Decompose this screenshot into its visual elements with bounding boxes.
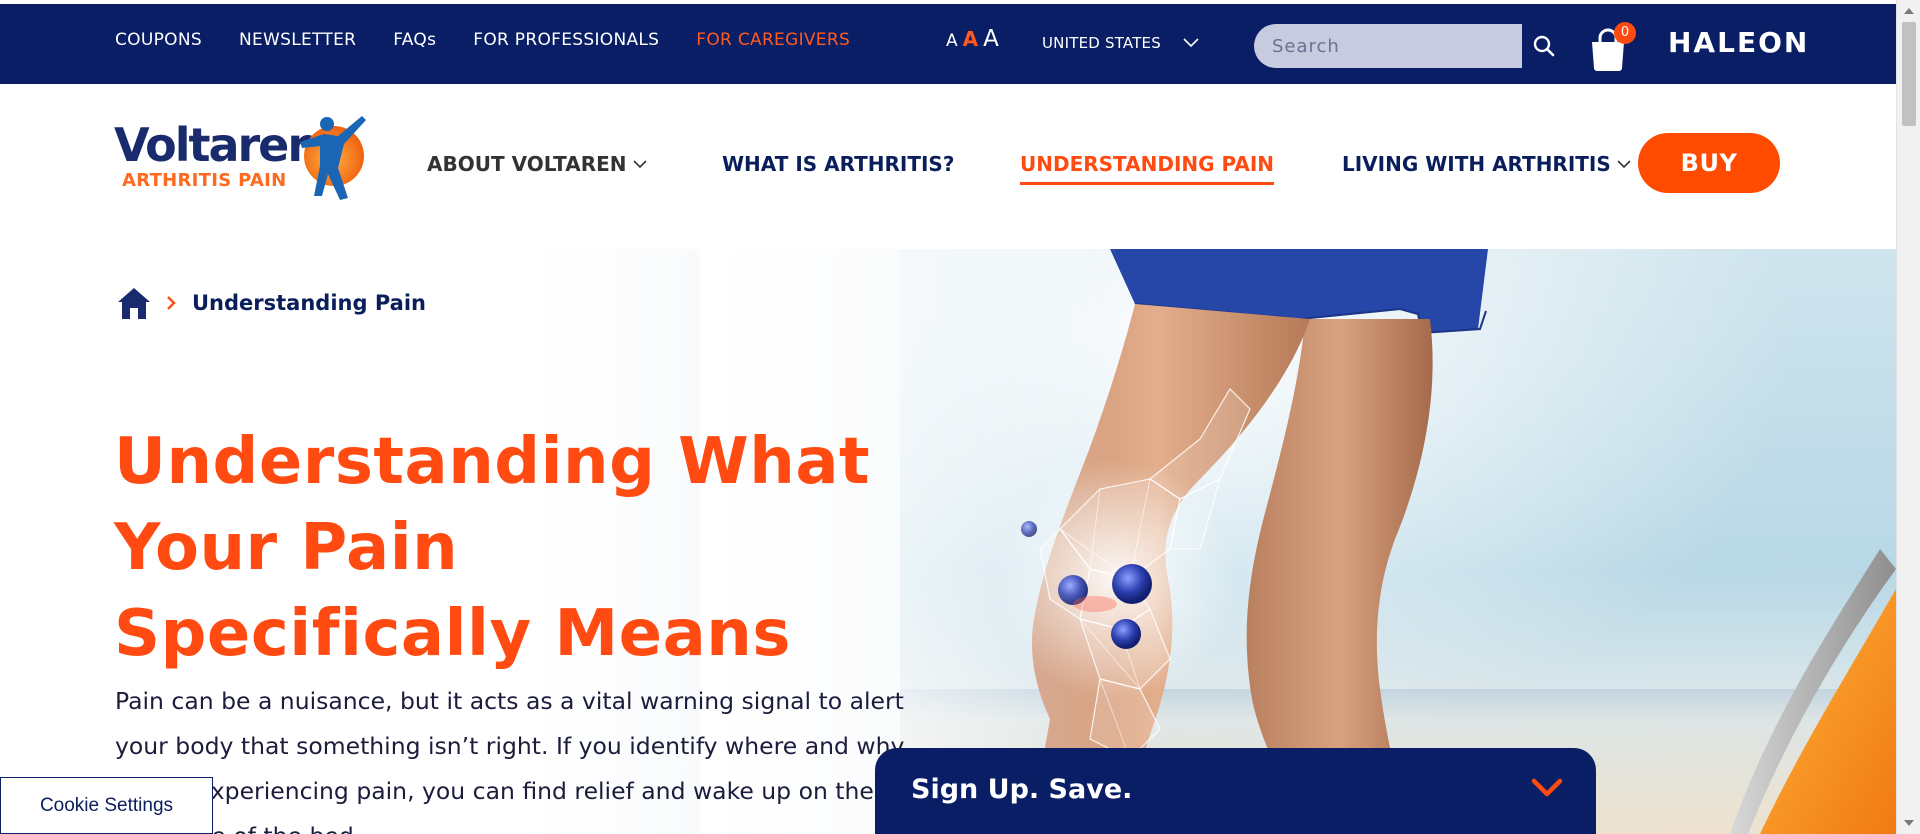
search-input[interactable] <box>1254 24 1522 68</box>
breadcrumb: Understanding Pain <box>116 285 426 321</box>
jumping-figure-icon <box>300 116 366 200</box>
nav-about-voltaren-label: ABOUT VOLTAREN <box>427 152 627 176</box>
voltaren-logo[interactable]: Voltaren ARTHRITIS PAIN <box>114 116 366 208</box>
chevron-right-icon <box>167 296 176 310</box>
signup-panel[interactable]: Sign Up. Save. <box>875 748 1596 834</box>
haleon-logo[interactable]: HALEON <box>1668 26 1809 59</box>
signup-title: Sign Up. Save. <box>911 774 1133 805</box>
font-size-controls: A A A <box>946 26 999 52</box>
font-size-large[interactable]: A <box>983 26 999 52</box>
scrollbar-thumb[interactable] <box>1902 22 1916 126</box>
hero-section: Understanding Pain Understanding What Yo… <box>0 249 1896 834</box>
nav-what-is-arthritis[interactable]: WHAT IS ARTHRITIS? <box>722 152 954 176</box>
nav-living-with-arthritis[interactable]: LIVING WITH ARTHRITIS <box>1342 152 1631 176</box>
page-scrollbar[interactable] <box>1896 0 1920 834</box>
search-box <box>1254 24 1566 68</box>
logo-sub-text: ARTHRITIS PAIN <box>122 170 287 191</box>
utility-bar: COUPONS NEWSLETTER FAQs FOR PROFESSIONAL… <box>0 0 1896 84</box>
chevron-down-icon <box>1183 38 1199 48</box>
nav-understanding-pain[interactable]: UNDERSTANDING PAIN <box>1020 152 1274 185</box>
page-title: Understanding What Your Pain Specificall… <box>114 425 871 671</box>
nav-newsletter-link[interactable]: NEWSLETTER <box>239 30 356 50</box>
buy-button[interactable]: BUY <box>1638 133 1780 193</box>
cookie-settings-button[interactable]: Cookie Settings <box>0 777 213 834</box>
nav-faqs-link[interactable]: FAQs <box>393 30 436 50</box>
utility-nav: COUPONS NEWSLETTER FAQs FOR PROFESSIONAL… <box>115 30 887 50</box>
cart-button[interactable]: 0 <box>1588 22 1636 71</box>
font-size-small[interactable]: A <box>946 31 958 51</box>
scroll-down-arrow-icon[interactable] <box>1897 812 1920 834</box>
nav-professionals-link[interactable]: FOR PROFESSIONALS <box>473 30 659 50</box>
font-size-medium[interactable]: A <box>963 27 978 51</box>
country-selector[interactable]: UNITED STATES <box>1042 34 1199 52</box>
chevron-down-icon <box>632 159 647 168</box>
chevron-down-icon[interactable] <box>1531 778 1563 798</box>
search-icon <box>1533 35 1555 57</box>
nav-understanding-pain-label: UNDERSTANDING PAIN <box>1020 152 1274 176</box>
home-icon[interactable] <box>116 285 152 321</box>
nav-about-voltaren[interactable]: ABOUT VOLTAREN <box>427 152 647 176</box>
intro-paragraph: Pain can be a nuisance, but it acts as a… <box>115 687 905 834</box>
country-label: UNITED STATES <box>1042 34 1161 52</box>
nav-what-is-arthritis-label: WHAT IS ARTHRITIS? <box>722 152 955 176</box>
nav-living-with-arthritis-label: LIVING WITH ARTHRITIS <box>1342 152 1611 176</box>
cart-count-badge: 0 <box>1614 22 1636 44</box>
nav-caregivers-link[interactable]: FOR CAREGIVERS <box>696 30 850 50</box>
scroll-up-arrow-icon[interactable] <box>1897 0 1920 22</box>
main-header: Voltaren ARTHRITIS PAIN ABOUT VOLTAREN W… <box>0 84 1896 249</box>
search-button[interactable] <box>1522 24 1566 68</box>
logo-brand-text: Voltaren <box>114 118 320 172</box>
breadcrumb-current: Understanding Pain <box>192 291 426 315</box>
chevron-down-icon <box>1617 159 1631 168</box>
active-underline <box>1020 182 1274 185</box>
nav-coupons-link[interactable]: COUPONS <box>115 30 202 50</box>
